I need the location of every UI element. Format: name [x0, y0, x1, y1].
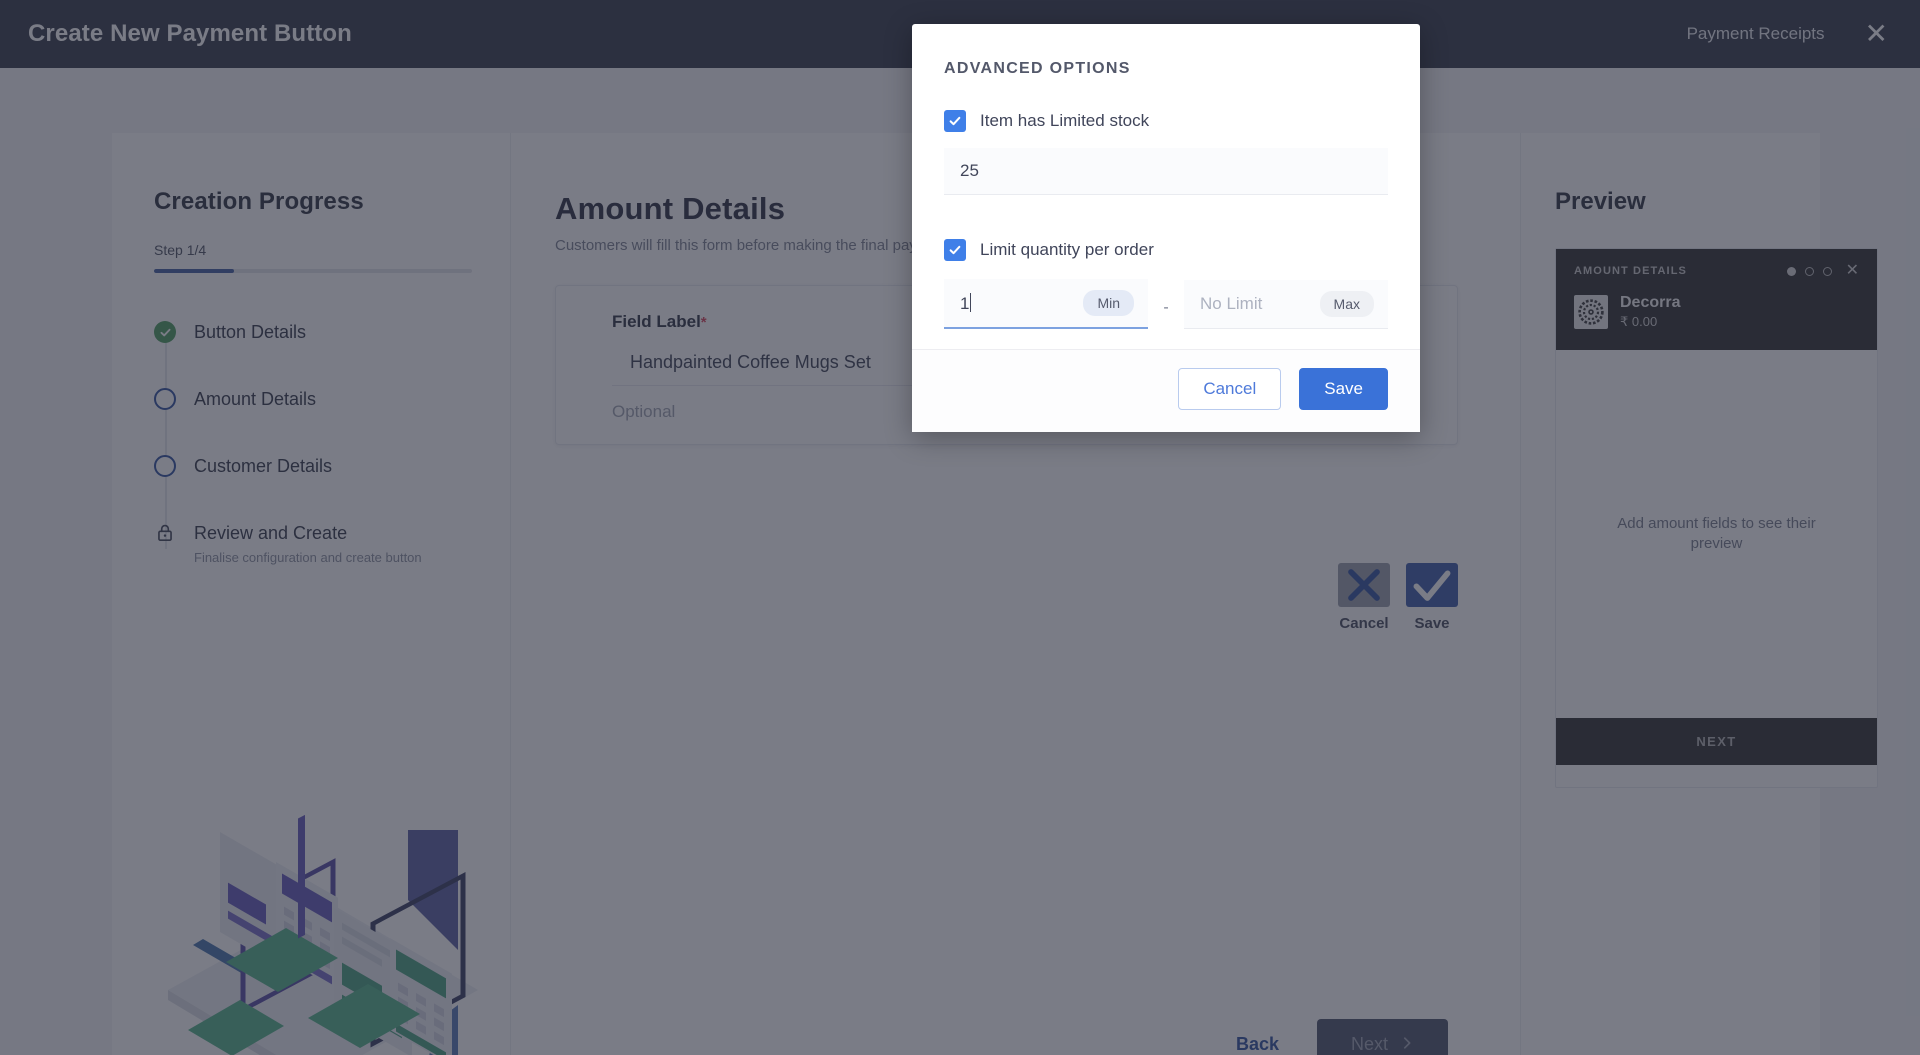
- stock-quantity-input[interactable]: 25: [944, 148, 1388, 195]
- modal-title: ADVANCED OPTIONS: [944, 60, 1131, 77]
- max-quantity-field[interactable]: No Limit Max: [1184, 280, 1388, 329]
- range-separator: -: [1163, 299, 1169, 316]
- text-caret: [970, 292, 972, 312]
- max-quantity-input[interactable]: No Limit: [1200, 294, 1262, 314]
- modal-save-button[interactable]: Save: [1299, 368, 1388, 410]
- min-quantity-input[interactable]: 1: [960, 292, 972, 314]
- limit-quantity-checkbox[interactable]: [944, 239, 966, 261]
- limited-stock-row[interactable]: Item has Limited stock: [944, 110, 1388, 132]
- advanced-options-modal: ADVANCED OPTIONS Item has Limited stock …: [912, 24, 1420, 432]
- app-root: Create New Payment Button Payment Receip…: [0, 0, 1920, 1055]
- modal-cancel-button[interactable]: Cancel: [1178, 368, 1282, 410]
- limit-quantity-row[interactable]: Limit quantity per order: [944, 239, 1388, 261]
- min-quantity-field[interactable]: 1 Min: [944, 279, 1148, 329]
- min-pill-label: Min: [1083, 290, 1134, 316]
- limit-quantity-block: Limit quantity per order 1 Min - No Limi…: [944, 239, 1388, 329]
- modal-body: ADVANCED OPTIONS Item has Limited stock …: [912, 24, 1420, 349]
- max-pill-label: Max: [1319, 291, 1374, 317]
- modal-footer: Cancel Save: [912, 349, 1420, 432]
- quantity-range-row: 1 Min - No Limit Max: [944, 279, 1388, 329]
- min-quantity-value: 1: [960, 293, 970, 313]
- limited-stock-checkbox[interactable]: [944, 110, 966, 132]
- limited-stock-label: Item has Limited stock: [980, 111, 1150, 130]
- limit-quantity-label: Limit quantity per order: [980, 240, 1154, 259]
